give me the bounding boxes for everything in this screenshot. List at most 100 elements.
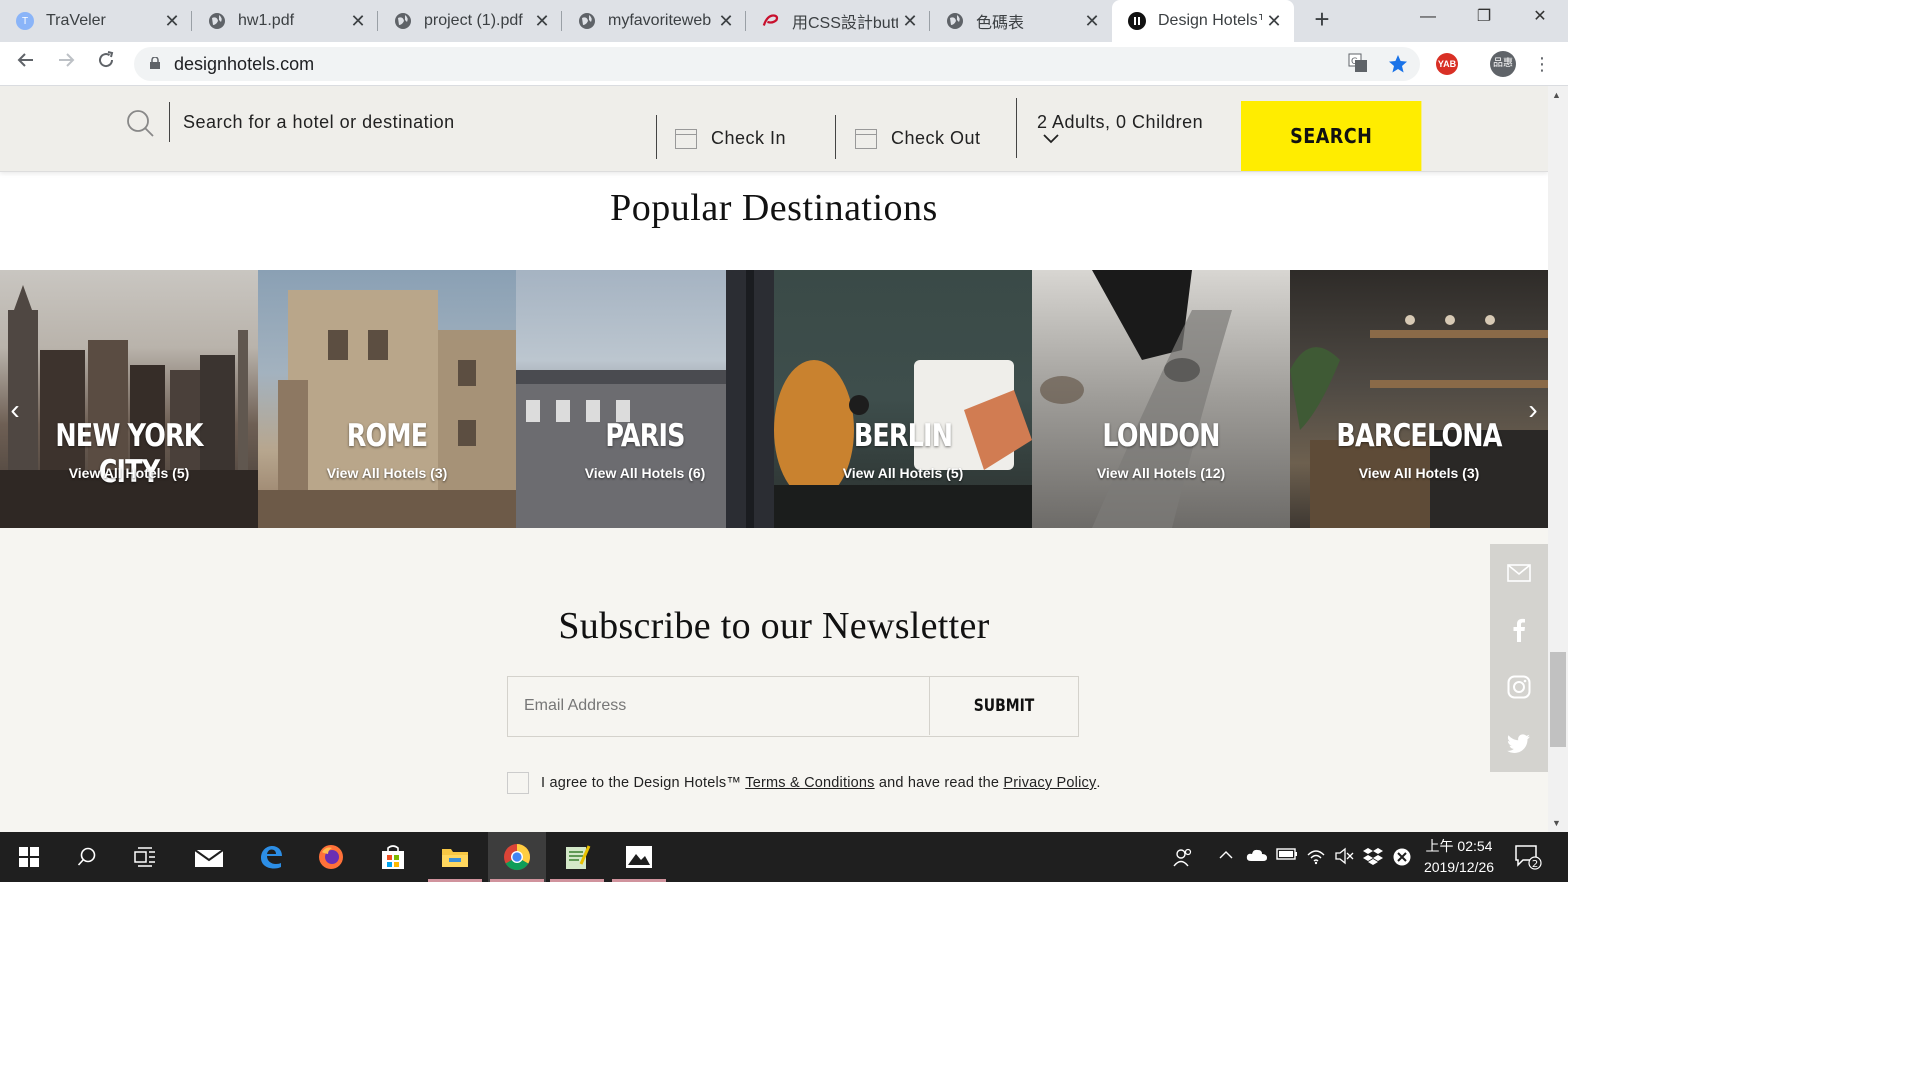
agree-checkbox[interactable] bbox=[507, 772, 529, 794]
red-logo-favicon-icon bbox=[762, 12, 780, 30]
barcelona-bar-image bbox=[1290, 315, 1548, 528]
close-tab-icon[interactable]: ✕ bbox=[1262, 11, 1286, 32]
tab-css-button[interactable]: 用CSS設計butto ✕ bbox=[746, 0, 930, 42]
back-arrow-icon bbox=[17, 53, 33, 67]
agree-text-suffix: . bbox=[1096, 775, 1101, 791]
onedrive-icon[interactable] bbox=[1246, 847, 1268, 867]
view-all-hotels-link[interactable]: View All Hotels (5) bbox=[774, 465, 1032, 481]
chrome-icon[interactable] bbox=[488, 832, 546, 882]
privacy-policy-link[interactable]: Privacy Policy bbox=[1003, 775, 1096, 791]
tab-title: 色碼表 bbox=[976, 15, 1025, 32]
destination-card-barcelona[interactable]: BARCELONA View All Hotels (3) › bbox=[1290, 270, 1548, 528]
hotel-search-bar: Search for a hotel or destination Check … bbox=[0, 86, 1548, 172]
view-all-hotels-link[interactable]: View All Hotels (3) bbox=[1290, 465, 1548, 481]
tab-project[interactable]: project (1).pdf ✕ bbox=[378, 0, 562, 42]
destination-card-london[interactable]: LONDON View All Hotels (12) bbox=[1032, 270, 1290, 528]
blocked-icon[interactable] bbox=[1392, 847, 1412, 871]
scroll-thumb[interactable] bbox=[1550, 652, 1566, 747]
close-tab-icon[interactable]: ✕ bbox=[160, 11, 184, 32]
bookmark-star-icon[interactable] bbox=[1387, 53, 1409, 75]
view-all-hotels-link[interactable]: View All Hotels (3) bbox=[258, 465, 516, 481]
submit-button[interactable]: SUBMIT bbox=[944, 677, 1064, 735]
newsletter-title: Subscribe to our Newsletter bbox=[558, 605, 990, 647]
forward-arrow-icon bbox=[59, 53, 75, 67]
check-in-field[interactable]: Check In bbox=[675, 128, 786, 149]
notification-count: 2 bbox=[1532, 859, 1538, 870]
start-icon[interactable] bbox=[0, 832, 58, 882]
close-tab-icon[interactable]: ✕ bbox=[346, 11, 370, 32]
scroll-down-arrow-icon[interactable]: ▼ bbox=[1552, 818, 1561, 828]
check-out-field[interactable]: Check Out bbox=[855, 128, 981, 149]
dropbox-icon[interactable] bbox=[1362, 847, 1384, 869]
restore-button[interactable]: ❐ bbox=[1456, 0, 1512, 36]
facebook-icon[interactable] bbox=[1490, 601, 1548, 658]
guests-selector[interactable]: 2 Adults, 0 Children bbox=[1037, 112, 1203, 133]
tab-design-hotels[interactable]: Design Hotels™ ✕ bbox=[1112, 0, 1294, 42]
close-tab-icon[interactable]: ✕ bbox=[714, 11, 738, 32]
search-icon[interactable] bbox=[58, 832, 116, 882]
search-button[interactable]: SEARCH bbox=[1241, 101, 1422, 171]
notepad-icon[interactable] bbox=[548, 832, 606, 882]
system-clock[interactable]: 上午 02:54 2019/12/26 bbox=[1416, 836, 1502, 878]
tab-title: 用CSS設計butto bbox=[792, 15, 898, 32]
photos-icon[interactable] bbox=[610, 832, 668, 882]
carousel-next-arrow-icon[interactable]: › bbox=[1518, 380, 1548, 440]
view-all-hotels-link[interactable]: View All Hotels (12) bbox=[1032, 465, 1290, 481]
wifi-icon[interactable] bbox=[1306, 847, 1326, 869]
instagram-icon[interactable] bbox=[1490, 658, 1548, 715]
mail-icon[interactable] bbox=[180, 832, 238, 882]
globe-favicon-icon bbox=[578, 12, 596, 30]
tab-title: TraVeler bbox=[46, 12, 106, 29]
task-view-icon[interactable] bbox=[116, 832, 174, 882]
extension-yab-icon[interactable]: YAB bbox=[1436, 53, 1458, 75]
view-all-hotels-link[interactable]: View All Hotels (6) bbox=[516, 465, 774, 481]
close-tab-icon[interactable]: ✕ bbox=[1080, 11, 1104, 32]
app-open-indicator bbox=[490, 879, 544, 882]
minimize-button[interactable]: — bbox=[1400, 0, 1456, 36]
destination-name: BARCELONA bbox=[1336, 418, 1502, 454]
close-window-button[interactable]: ✕ bbox=[1512, 0, 1568, 36]
reload-button[interactable] bbox=[92, 50, 120, 78]
tab-myfavoriteweb[interactable]: myfavoriteweb ✕ bbox=[562, 0, 746, 42]
action-center-icon[interactable]: 2 bbox=[1514, 844, 1542, 874]
destination-card-rome[interactable]: ROME View All Hotels (3) bbox=[258, 270, 516, 528]
close-tab-icon[interactable]: ✕ bbox=[530, 11, 554, 32]
mail-icon[interactable] bbox=[1490, 544, 1548, 601]
chevron-down-icon[interactable] bbox=[1043, 130, 1059, 146]
app-open-indicator bbox=[612, 879, 666, 882]
destination-card-paris[interactable]: PARIS View All Hotels (6) bbox=[516, 270, 774, 528]
destination-search-input[interactable]: Search for a hotel or destination bbox=[183, 112, 455, 133]
store-icon[interactable] bbox=[364, 832, 422, 882]
destination-card-berlin[interactable]: BERLIN View All Hotels (5) bbox=[774, 270, 1032, 528]
back-button[interactable] bbox=[12, 50, 40, 78]
volume-muted-icon[interactable] bbox=[1334, 847, 1354, 869]
email-address-input[interactable] bbox=[508, 677, 930, 735]
chevron-up-icon[interactable] bbox=[1218, 847, 1234, 867]
scroll-up-arrow-icon[interactable]: ▲ bbox=[1552, 90, 1561, 100]
tab-traveler[interactable]: T TraVeler ✕ bbox=[0, 0, 192, 42]
terms-agreement: I agree to the Design Hotels™ Terms & Co… bbox=[507, 772, 1101, 794]
firefox-icon[interactable] bbox=[302, 832, 360, 882]
forward-button[interactable] bbox=[52, 50, 80, 78]
tab-hw1[interactable]: hw1.pdf ✕ bbox=[192, 0, 378, 42]
terms-conditions-link[interactable]: Terms & Conditions bbox=[745, 775, 874, 791]
page-scrollbar[interactable]: ▲ ▼ bbox=[1548, 86, 1568, 832]
tab-color-chart[interactable]: 色碼表 ✕ bbox=[930, 0, 1112, 42]
destination-card-new-york-city[interactable]: NEW YORK CITY View All Hotels (5) ‹ bbox=[0, 270, 258, 528]
file-explorer-icon[interactable] bbox=[426, 832, 484, 882]
menu-kebab-icon[interactable]: ⋮ bbox=[1528, 50, 1556, 78]
address-bar[interactable]: designhotels.com bbox=[134, 47, 1420, 81]
people-icon[interactable] bbox=[1173, 847, 1193, 871]
view-all-hotels-link[interactable]: View All Hotels (5) bbox=[0, 465, 258, 481]
translate-icon[interactable]: G bbox=[1347, 53, 1369, 75]
destination-name: ROME bbox=[346, 418, 428, 454]
search-icon[interactable] bbox=[125, 108, 155, 138]
carousel-prev-arrow-icon[interactable]: ‹ bbox=[0, 380, 30, 440]
profile-avatar[interactable]: 品惠 bbox=[1490, 51, 1516, 77]
destination-name: BERLIN bbox=[853, 418, 953, 454]
edge-icon[interactable] bbox=[242, 832, 300, 882]
twitter-icon[interactable] bbox=[1490, 715, 1548, 772]
close-tab-icon[interactable]: ✕ bbox=[898, 11, 922, 32]
new-tab-button[interactable]: + bbox=[1310, 6, 1334, 32]
battery-icon[interactable] bbox=[1276, 847, 1298, 865]
